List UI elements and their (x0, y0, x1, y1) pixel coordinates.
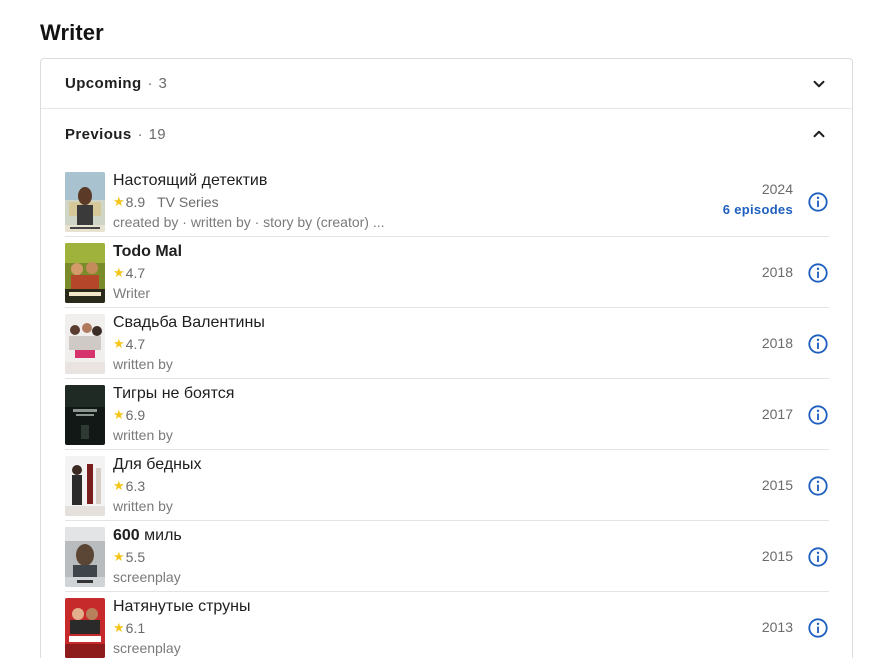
credit-title[interactable]: Свадьба Валентины (113, 314, 265, 332)
previous-count: 19 (148, 125, 167, 143)
credit-rating: 6.1 (125, 620, 146, 636)
star-icon: ★ (113, 620, 125, 635)
info-icon[interactable] (807, 404, 829, 426)
credit-role: Writer (113, 285, 151, 301)
credit-year: 2015 (761, 548, 793, 564)
poster-image[interactable] (65, 456, 105, 516)
credit-role: written by (113, 356, 173, 372)
upcoming-label: Upcoming (65, 75, 142, 92)
credits-accordion: Upcoming · 3 Previous · 19 Настоящий дет… (40, 58, 853, 658)
info-icon[interactable] (807, 617, 829, 639)
star-icon: ★ (113, 194, 125, 209)
credit-year: 2017 (761, 406, 793, 422)
credit-title[interactable]: Для бедных (113, 456, 201, 474)
credit-year: 2015 (761, 477, 793, 493)
credit-meta: ★ 4.7 (113, 265, 145, 281)
info-icon[interactable] (807, 191, 829, 213)
credit-role: screenplay (113, 569, 181, 585)
poster-image[interactable] (65, 243, 105, 303)
star-icon: ★ (113, 336, 125, 351)
credit-meta: ★ 6.1 (113, 620, 145, 636)
credit-meta: ★ 5.5 (113, 549, 145, 565)
upcoming-count: 3 (158, 75, 168, 92)
credit-row[interactable]: Тигры не боятся ★ 6.9 written by 2017 (65, 379, 829, 450)
poster-image[interactable] (65, 527, 105, 587)
section-title: Writer (40, 20, 104, 45)
credit-title[interactable]: Todo Mal (113, 243, 182, 261)
previous-header[interactable]: Previous · 19 (41, 109, 852, 159)
credit-title[interactable]: Натянутые струны (113, 598, 250, 616)
credit-title[interactable]: Настоящий детектив (113, 172, 267, 190)
credit-row[interactable]: 600 миль ★ 5.5 screenplay 2015 (65, 521, 829, 592)
star-icon: ★ (113, 549, 125, 564)
poster-image[interactable] (65, 385, 105, 445)
credit-type: TV Series (157, 194, 219, 210)
credit-role: written by (113, 498, 173, 514)
chevron-down-icon[interactable] (810, 75, 828, 93)
info-icon[interactable] (807, 475, 829, 497)
credit-row[interactable]: Todo Mal ★ 4.7 Writer 2018 (65, 237, 829, 308)
credit-role: created by · written by · story by (crea… (113, 214, 385, 230)
poster-image[interactable] (65, 172, 105, 232)
chevron-up-icon[interactable] (810, 125, 828, 143)
credit-year: 2018 (761, 264, 793, 280)
credit-meta: ★ 6.9 (113, 407, 145, 423)
previous-label: Previous (65, 125, 132, 143)
credit-title[interactable]: Тигры не боятся (113, 385, 234, 403)
info-icon[interactable] (807, 262, 829, 284)
credit-rating: 6.9 (125, 407, 146, 423)
credit-year: 2013 (761, 619, 793, 635)
credit-rating: 4.7 (125, 336, 146, 352)
episodes-link[interactable]: 6 episodes (723, 202, 793, 217)
credit-title[interactable]: 600 миль (113, 527, 182, 545)
credit-rating: 5.5 (125, 549, 146, 565)
star-icon: ★ (113, 478, 125, 493)
credit-row[interactable]: Свадьба Валентины ★ 4.7 written by 2018 (65, 308, 829, 379)
credit-row[interactable]: Для бедных ★ 6.3 written by 2015 (65, 450, 829, 521)
separator-dot: · (137, 125, 143, 143)
credit-rating: 8.9 (125, 194, 146, 210)
credit-row[interactable]: Натянутые струны ★ 6.1 screenplay 2013 (65, 592, 829, 658)
star-icon: ★ (113, 407, 125, 422)
credit-rating: 4.7 (125, 265, 146, 281)
credit-row[interactable]: Настоящий детектив ★ 8.9 TV Series creat… (65, 166, 829, 237)
credit-list: Настоящий детектив ★ 8.9 TV Series creat… (65, 166, 829, 658)
separator-dot: · (147, 75, 153, 92)
info-icon[interactable] (807, 333, 829, 355)
credit-year: 2018 (761, 335, 793, 351)
upcoming-header[interactable]: Upcoming · 3 (41, 59, 852, 109)
credit-rating: 6.3 (125, 478, 146, 494)
poster-image[interactable] (65, 598, 105, 658)
credit-role: screenplay (113, 640, 181, 656)
credit-year: 2024 (761, 181, 793, 197)
info-icon[interactable] (807, 546, 829, 568)
credit-role: written by (113, 427, 173, 443)
credit-meta: ★ 4.7 (113, 336, 145, 352)
star-icon: ★ (113, 265, 125, 280)
credit-meta: ★ 8.9 TV Series (113, 194, 219, 210)
poster-image[interactable] (65, 314, 105, 374)
credit-meta: ★ 6.3 (113, 478, 145, 494)
